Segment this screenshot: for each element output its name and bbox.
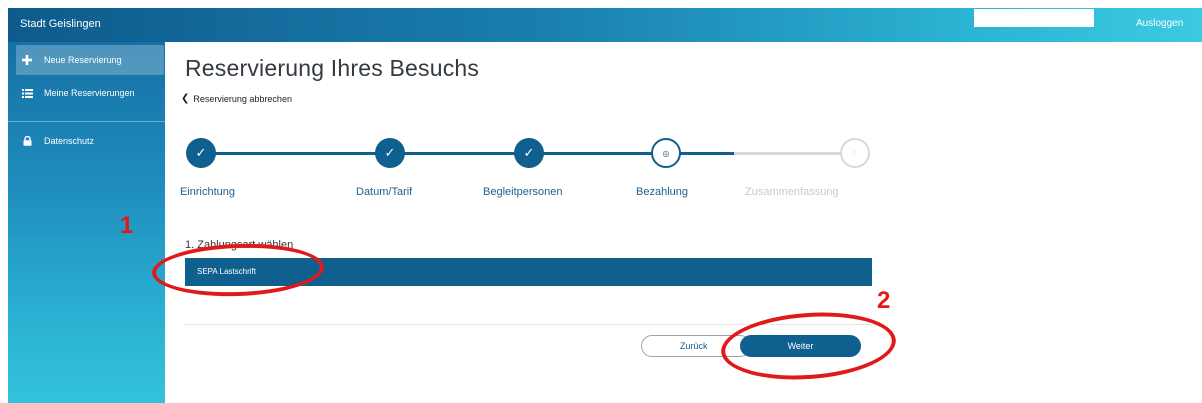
step-5-pending-icon: ○ (840, 138, 870, 168)
sidebar-item-privacy[interactable]: Datenschutz (16, 126, 164, 156)
step-label-einrichtung: Einrichtung (180, 186, 236, 198)
chevron-left-icon: ❮ (181, 93, 190, 104)
step-2-check-icon: ✓ (375, 138, 405, 168)
sidebar: Neue Reservierung Meine Reservierungen D… (8, 42, 165, 403)
step-1-check-icon: ✓ (186, 138, 216, 168)
lock-icon (20, 136, 34, 146)
cancel-reservation-label: Reservierung abbrechen (193, 93, 292, 104)
sidebar-item-my-reservations[interactable]: Meine Reservierungen (16, 78, 164, 108)
annotation-circle-2 (718, 306, 899, 386)
list-icon (20, 88, 34, 98)
step-3-check-icon: ✓ (514, 138, 544, 168)
stepper-remaining-line (734, 152, 854, 155)
step-label-begleitpersonen: Begleitpersonen (483, 186, 563, 198)
page-title: Reservierung Ihres Besuchs (185, 55, 480, 81)
annotation-circle-1 (151, 241, 325, 299)
annotation-number-1: 1 (120, 212, 134, 239)
annotation-number-2: 2 (877, 287, 891, 314)
cancel-reservation-link[interactable]: ❮ Reservierung abbrechen (181, 93, 292, 104)
sidebar-item-label: Datenschutz (44, 136, 95, 146)
stepper-progress-line (200, 152, 668, 155)
top-bar: Stadt Geislingen Ausloggen (8, 8, 1202, 42)
brand-title: Stadt Geislingen (20, 18, 101, 30)
user-name-field (974, 9, 1094, 27)
page: Stadt Geislingen Ausloggen Neue Reservie… (0, 0, 1202, 403)
logout-link[interactable]: Ausloggen (1136, 18, 1183, 29)
sidebar-item-label: Neue Reservierung (44, 55, 122, 65)
sidebar-item-label: Meine Reservierungen (44, 88, 135, 98)
step-label-bezahlung: Bezahlung (636, 186, 688, 198)
step-label-datum-tarif: Datum/Tarif (356, 186, 413, 198)
sidebar-divider (8, 121, 165, 122)
step-4-current-icon: ◎ (651, 138, 681, 168)
sidebar-item-new-reservation[interactable]: Neue Reservierung (16, 45, 164, 75)
step-label-zusammenfassung: Zusammenfassung (745, 186, 839, 198)
plus-icon (20, 55, 34, 65)
